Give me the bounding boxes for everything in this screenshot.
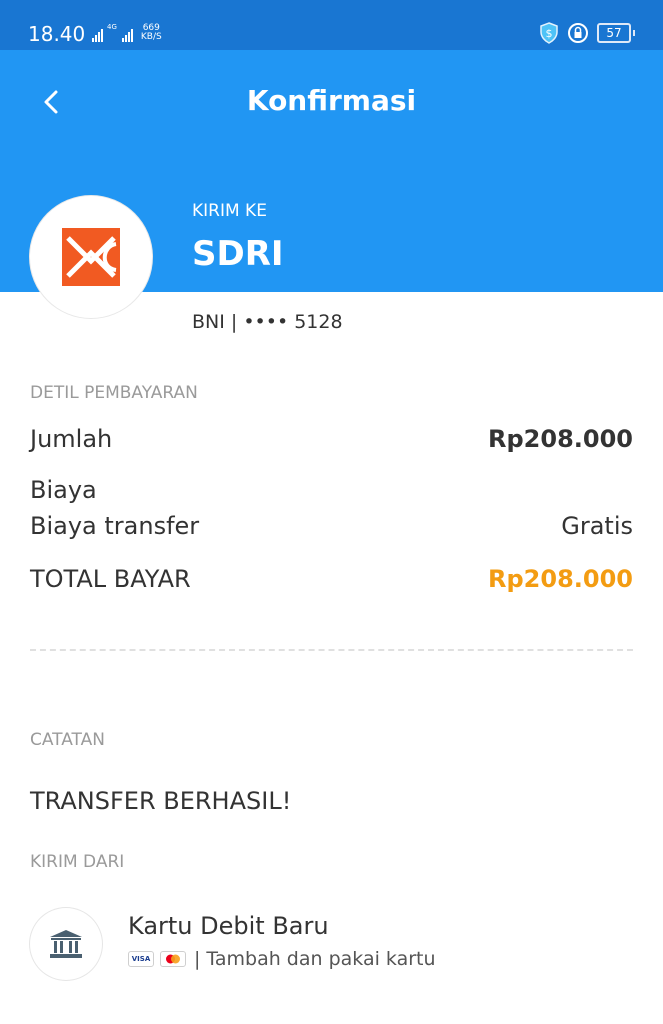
speed-unit: KB/S xyxy=(140,32,162,42)
battery-icon: 57 xyxy=(597,23,631,43)
visa-text: VISA xyxy=(131,955,151,963)
status-right-icons: $ 57 xyxy=(539,22,635,44)
transfer-fee-label: Biaya transfer xyxy=(30,512,200,540)
payment-details-label: DETIL PEMBAYARAN xyxy=(30,383,198,403)
notes-label: CATATAN xyxy=(30,730,105,750)
source-subtitle: Tambah dan pakai kartu xyxy=(206,948,436,970)
signal-icon-2 xyxy=(121,29,133,42)
source-label: KIRIM DARI xyxy=(30,852,125,872)
source-bank-button[interactable] xyxy=(30,908,102,980)
fee-heading: Biaya xyxy=(30,476,97,504)
recipient-label: KIRIM KE xyxy=(192,201,267,221)
bank-account-info: BNI | •••• 5128 xyxy=(192,311,343,333)
separator: | xyxy=(194,948,201,970)
network-type: 4G xyxy=(107,23,117,31)
page-title: Konfirmasi xyxy=(246,84,417,117)
amount-value: Rp208.000 xyxy=(488,425,633,453)
recipient-logo xyxy=(30,196,152,318)
rotation-lock-icon xyxy=(568,23,588,43)
divider xyxy=(30,649,633,651)
signal-indicators: 4G 669 KB/S xyxy=(92,24,162,42)
notes-text: TRANSFER BERHASIL! xyxy=(30,787,292,815)
status-time: 18.40 xyxy=(28,22,86,46)
signal-icon xyxy=(92,29,103,42)
battery-tip xyxy=(633,30,635,36)
visa-icon: VISA xyxy=(128,951,154,967)
shield-dollar-icon: $ xyxy=(540,22,558,44)
network-speed: 669 KB/S xyxy=(141,24,162,42)
bank-icon xyxy=(50,930,82,958)
status-bar: 18.40 4G 669 KB/S $ 57 xyxy=(0,0,663,50)
bni-logo-icon xyxy=(62,228,120,286)
transfer-fee-value: Gratis xyxy=(561,512,633,540)
amount-label: Jumlah xyxy=(30,425,113,453)
svg-text:$: $ xyxy=(546,27,553,40)
mastercard-icon xyxy=(160,951,186,967)
source-subtitle-row: VISA | Tambah dan pakai kartu xyxy=(128,946,436,972)
recipient-name: SDRI xyxy=(192,234,284,274)
total-value: Rp208.000 xyxy=(488,565,633,593)
total-label: TOTAL BAYAR xyxy=(30,565,191,593)
source-title[interactable]: Kartu Debit Baru xyxy=(128,910,329,942)
